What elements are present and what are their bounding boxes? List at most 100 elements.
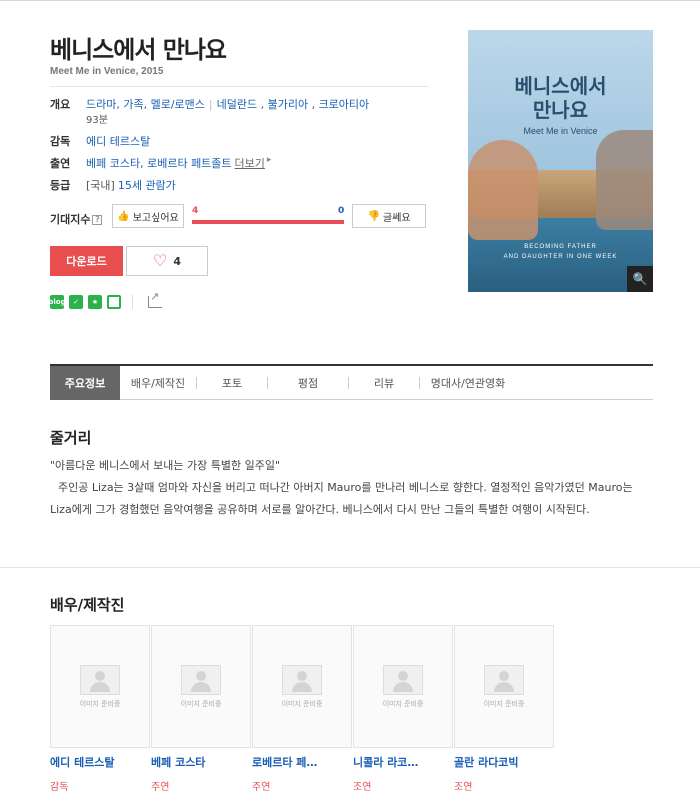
- section-divider: [0, 567, 700, 568]
- cast-name[interactable]: 골란 라다코빅: [454, 754, 554, 770]
- cast-card[interactable]: 이미지 준비중 골란 라다코빅 조연: [454, 625, 554, 793]
- naver-blog-icon[interactable]: blog: [48, 295, 66, 309]
- like-count: 4: [173, 254, 181, 268]
- tab-main-info[interactable]: 주요정보: [50, 366, 120, 400]
- overview-label: 개요: [50, 98, 71, 111]
- tab-photos[interactable]: 포토: [197, 366, 267, 400]
- poster-title-line2: 만나요: [532, 98, 589, 122]
- cast-name[interactable]: 베페 코스타: [151, 754, 251, 770]
- synopsis-body: 주인공 Liza는 3살때 엄마와 자신을 버리고 떠나간 아버지 Mauro를…: [50, 481, 633, 516]
- cast-card[interactable]: 이미지 준비중 니콜라 라코… 조연: [353, 625, 453, 793]
- poster-man: [596, 130, 653, 230]
- movie-subtitle: Meet Me in Venice, 2015: [50, 66, 164, 77]
- no-image-text: 이미지 준비중: [79, 699, 121, 708]
- chevron-right-icon: ▸: [266, 155, 272, 165]
- tab-ratings[interactable]: 평점: [268, 366, 348, 400]
- cast-role: 조연: [353, 782, 372, 793]
- poster-title-line1: 베니스에서: [514, 74, 607, 98]
- poster-girl: [468, 140, 538, 240]
- person-placeholder-icon: [383, 664, 423, 695]
- rating-label: 등급: [50, 179, 71, 192]
- cast-card[interactable]: 이미지 준비중 베페 코스타 주연: [151, 625, 251, 793]
- thumbs-down-icon: 👎: [367, 210, 380, 222]
- poster-eng-title: Meet Me in Venice: [523, 126, 598, 136]
- zoom-icon[interactable]: 🔍: [627, 266, 653, 292]
- cast-links[interactable]: 베페 코스타, 로베르타 페트졸트: [86, 155, 232, 171]
- badge-divider: [132, 295, 133, 309]
- person-placeholder-icon: [80, 664, 120, 695]
- cast-name[interactable]: 에디 테르스탈: [50, 754, 150, 770]
- top-border: [0, 0, 700, 1]
- share-badges: blog ✓ ★: [48, 290, 162, 309]
- cast-card[interactable]: 이미지 준비중 에디 테르스탈 감독: [50, 625, 150, 793]
- tab-quotes-related[interactable]: 명대사/연관영화: [420, 366, 516, 400]
- help-icon[interactable]: ?: [92, 215, 103, 225]
- no-image-text: 이미지 준비중: [180, 699, 222, 708]
- want-to-see-button[interactable]: 👍 보고싶어요: [112, 204, 184, 228]
- cast-more-link[interactable]: 더보기: [235, 155, 265, 171]
- nah-count: 0: [338, 206, 345, 216]
- synopsis-quote: "아름다운 베니스에서 보내는 가장 특별한 일주일": [50, 459, 281, 472]
- rating-row: 등급 [국내] 15세 관람가: [50, 177, 176, 193]
- want-label: 보고싶어요: [132, 212, 179, 224]
- like-button[interactable]: ♡ 4: [126, 246, 208, 276]
- rating-link[interactable]: 15세 관람가: [118, 177, 176, 193]
- movie-title: 베니스에서 만나요: [50, 36, 227, 64]
- cast-photo[interactable]: 이미지 준비중: [454, 625, 554, 748]
- no-image-text: 이미지 준비중: [281, 699, 323, 708]
- expect-bar: [192, 220, 344, 224]
- synopsis-text: "아름다운 베니스에서 보내는 가장 특별한 일주일" 주인공 Liza는 3살…: [50, 455, 656, 521]
- cast-card[interactable]: 이미지 준비중 로베르타 페… 주연: [252, 625, 352, 793]
- poster-title: 베니스에서 만나요: [468, 74, 653, 122]
- tab-cast-crew[interactable]: 배우/제작진: [120, 366, 196, 400]
- director-label: 감독: [50, 135, 71, 148]
- cast-list: 이미지 준비중 에디 테르스탈 감독 이미지 준비중 베페 코스타 주연 이미지…: [50, 625, 554, 793]
- cast-role: 감독: [50, 782, 69, 793]
- runtime: 93분: [86, 115, 108, 126]
- person-placeholder-icon: [484, 664, 524, 695]
- expect-label-text: 기대지수: [50, 213, 91, 226]
- share-icon[interactable]: [148, 290, 162, 308]
- overview-value: 드라마, 가족, 멜로/로맨스 | 네덜란드 , 불가리아 , 크로아티아: [86, 98, 370, 111]
- check-icon[interactable]: ✓: [69, 295, 83, 309]
- header-divider: [50, 86, 428, 87]
- country-link[interactable]: 네덜란드 , 불가리아 , 크로아티아: [217, 98, 370, 111]
- director-row: 감독 에디 테르스탈: [50, 133, 150, 149]
- movie-poster[interactable]: 베니스에서 만나요 Meet Me in Venice BECOMING FAT…: [468, 30, 653, 292]
- thumbs-up-icon: 👍: [117, 210, 130, 222]
- cast-role: 주연: [151, 782, 170, 793]
- cast-heading: 배우/제작진: [50, 596, 125, 614]
- no-image-text: 이미지 준비중: [382, 699, 424, 708]
- cast-photo[interactable]: 이미지 준비중: [353, 625, 453, 748]
- cast-name[interactable]: 로베르타 페…: [252, 754, 352, 770]
- cast-photo[interactable]: 이미지 준비중: [50, 625, 150, 748]
- person-placeholder-icon: [181, 664, 221, 695]
- cast-row: 출연 베페 코스타, 로베르타 페트졸트 더보기 ▸: [50, 155, 271, 171]
- poster-tagline-line2: AND DAUGHTER IN ONE WEEK: [503, 254, 618, 260]
- cast-photo[interactable]: 이미지 준비중: [252, 625, 352, 748]
- expect-label: 기대지수?: [50, 211, 103, 227]
- square-icon[interactable]: [107, 295, 121, 309]
- no-image-text: 이미지 준비중: [483, 699, 525, 708]
- tab-reviews[interactable]: 리뷰: [349, 366, 419, 400]
- director-link[interactable]: 에디 테르스탈: [86, 133, 150, 149]
- rating-prefix: [국내]: [86, 179, 115, 192]
- cast-name[interactable]: 니콜라 라코…: [353, 754, 453, 770]
- nah-label: 글쎄요: [382, 212, 411, 224]
- cast-role: 주연: [252, 782, 271, 793]
- heart-icon: ♡: [153, 251, 168, 270]
- want-count: 4: [192, 206, 199, 216]
- download-button[interactable]: 다운로드: [50, 246, 123, 276]
- not-sure-button[interactable]: 👎 글쎄요: [352, 204, 426, 228]
- overview-row: 개요 드라마, 가족, 멜로/로맨스 | 네덜란드 , 불가리아 , 크로아티아: [50, 96, 369, 112]
- cast-photo[interactable]: 이미지 준비중: [151, 625, 251, 748]
- tab-bar: 주요정보 배우/제작진 포토 평점 리뷰 명대사/연관영화: [50, 364, 653, 400]
- person-placeholder-icon: [282, 664, 322, 695]
- star-icon[interactable]: ★: [88, 295, 102, 309]
- poster-tagline: BECOMING FATHER AND DAUGHTER IN ONE WEEK: [468, 242, 653, 262]
- poster-tagline-line1: BECOMING FATHER: [524, 244, 597, 250]
- cast-role: 조연: [454, 782, 473, 793]
- synopsis-heading: 줄거리: [50, 429, 92, 447]
- cast-label: 출연: [50, 157, 71, 170]
- genre-link[interactable]: 드라마, 가족, 멜로/로맨스: [86, 98, 205, 111]
